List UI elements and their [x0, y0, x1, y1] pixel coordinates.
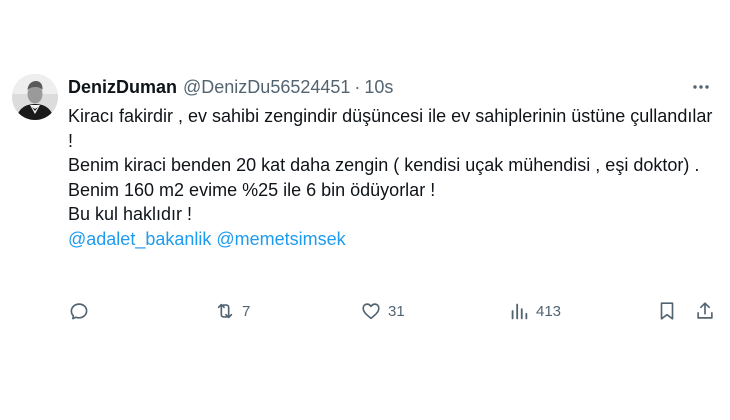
mention-link[interactable]: @adalet_bakanlik	[68, 229, 211, 249]
mentions: @adalet_bakanlik @memetsimsek	[68, 227, 718, 252]
tweet-text: Kiracı fakirdir , ev sahibi zengindir dü…	[68, 104, 718, 251]
user-handle[interactable]: @DenizDu56524451	[183, 77, 350, 98]
action-bar: 7 31 413	[68, 296, 720, 326]
timestamp[interactable]: 10s	[364, 77, 393, 98]
tweet-line: Benim kiraci benden 20 kat daha zengin (…	[68, 155, 700, 175]
bookmark-button[interactable]	[656, 296, 678, 326]
like-count: 31	[388, 302, 405, 320]
tweet-line: Bu kul haklıdır !	[68, 204, 193, 224]
mention-link[interactable]: @memetsimsek	[216, 229, 345, 249]
views-chart-icon	[511, 303, 528, 320]
display-name[interactable]: DenizDuman	[68, 77, 177, 98]
tweet-header: DenizDuman @DenizDu56524451 · 10s	[68, 74, 393, 100]
avatar-photo	[12, 74, 58, 120]
views-button[interactable]: 413	[508, 296, 561, 326]
retweet-button[interactable]: 7	[214, 296, 250, 326]
tweet: DenizDuman @DenizDu56524451 · 10s Kiracı…	[0, 0, 730, 420]
heart-icon	[362, 303, 380, 320]
views-count: 413	[536, 302, 562, 320]
retweet-count: 7	[242, 302, 251, 320]
like-button[interactable]: 31	[360, 296, 405, 326]
tweet-line: Kiracı fakirdir , ev sahibi zengindir dü…	[68, 106, 713, 151]
share-icon	[697, 302, 713, 319]
share-button[interactable]	[694, 296, 716, 326]
separator-dot: ·	[354, 76, 361, 97]
reply-button[interactable]	[68, 296, 90, 326]
reply-icon	[70, 303, 88, 320]
tweet-line: Benim 160 m2 evime %25 ile 6 bin ödüyorl…	[68, 179, 436, 200]
bookmark-icon	[660, 302, 674, 320]
more-dots-icon	[693, 85, 709, 89]
more-options-button[interactable]	[686, 74, 716, 100]
avatar[interactable]	[12, 74, 58, 120]
retweet-icon	[217, 303, 233, 319]
